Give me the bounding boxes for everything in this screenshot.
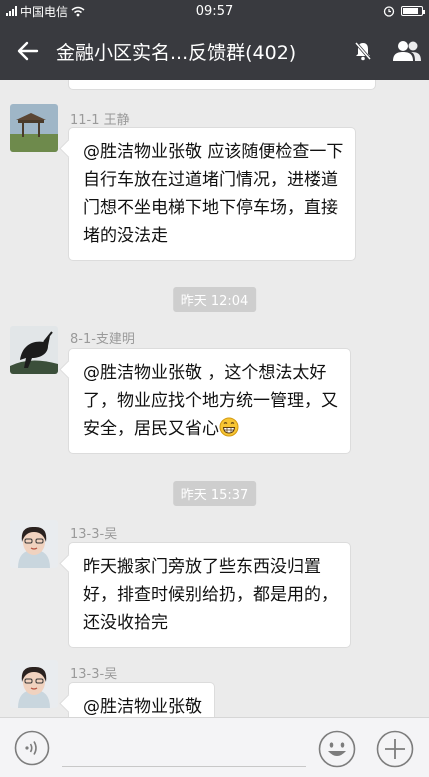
message-text: 安全，居民又省心: [83, 419, 219, 439]
plus-icon: [376, 730, 414, 768]
message-line: 昨天搬家门旁放了些东西没归置: [83, 557, 321, 577]
status-bar: 中国电信 09:57: [0, 0, 429, 22]
message-line: 好，排查时候别给扔，都是用的，: [83, 585, 338, 605]
group-info-button[interactable]: [385, 22, 429, 80]
back-button[interactable]: [0, 22, 56, 80]
emoji-icon: [318, 730, 356, 768]
timestamp: 昨天 15:37: [172, 481, 257, 506]
message-bubble[interactable]: @胜洁物业张敬 ，这个想法太好 了，物业应找个地方统一管理，又 安全，居民又省心: [68, 348, 351, 454]
avatar[interactable]: [10, 104, 58, 152]
clock: 09:57: [195, 3, 234, 19]
chat-title: 金融小区实名...反馈群(402): [56, 41, 297, 64]
sender-name: 13-3-吴: [70, 667, 118, 682]
emoji-button[interactable]: [318, 730, 356, 768]
message-bubble[interactable]: @胜洁物业张敬: [68, 682, 215, 717]
sender-name: 8-1-支建明: [70, 332, 135, 347]
avatar[interactable]: [10, 520, 58, 568]
message-bubble[interactable]: 昨天搬家门旁放了些东西没归置 好，排查时候别给扔，都是用的， 还没收拾完: [68, 542, 351, 648]
group-members-icon: [393, 41, 421, 61]
message-input[interactable]: [62, 766, 306, 767]
avatar[interactable]: [10, 326, 58, 374]
message-line: 堵的没法走: [83, 226, 168, 246]
chat-area[interactable]: 11-1 王静 @胜洁物业张敬 应该随便检查一下 自行车放在过道堵门情况，进楼道…: [0, 80, 429, 717]
avatar[interactable]: [10, 660, 58, 708]
message-line: @胜洁物业张敬 应该随便检查一下: [83, 142, 344, 162]
message-line: 门想不坐电梯下地下停车场，直接: [83, 198, 338, 218]
battery-icon: [401, 6, 425, 16]
message-line: @胜洁物业张敬 ，这个想法太好: [83, 363, 327, 383]
mute-icon: [354, 42, 372, 61]
previous-message-bubble[interactable]: [68, 80, 376, 90]
voice-button[interactable]: [14, 730, 50, 766]
message-line: 还没收拾完: [83, 613, 168, 633]
message-line: 了，物业应找个地方统一管理，又: [83, 391, 338, 411]
message-line: @胜洁物业张敬: [83, 697, 202, 717]
sender-name: 11-1 王静: [70, 113, 130, 128]
more-button[interactable]: [376, 730, 414, 768]
mute-button[interactable]: [341, 22, 385, 80]
timestamp: 昨天 12:04: [172, 287, 257, 312]
voice-icon: [14, 730, 50, 766]
title-bar: 金融小区实名...反馈群(402): [0, 22, 429, 80]
message-line: 安全，居民又省心: [83, 415, 338, 443]
sender-name: 13-3-吴: [70, 527, 118, 542]
back-arrow-icon: [17, 41, 39, 61]
grin-emoji-icon: [219, 417, 239, 437]
message-bubble[interactable]: @胜洁物业张敬 应该随便检查一下 自行车放在过道堵门情况，进楼道 门想不坐电梯下…: [68, 127, 357, 261]
message-line: 自行车放在过道堵门情况，进楼道: [83, 170, 338, 190]
input-bar: [0, 717, 429, 777]
